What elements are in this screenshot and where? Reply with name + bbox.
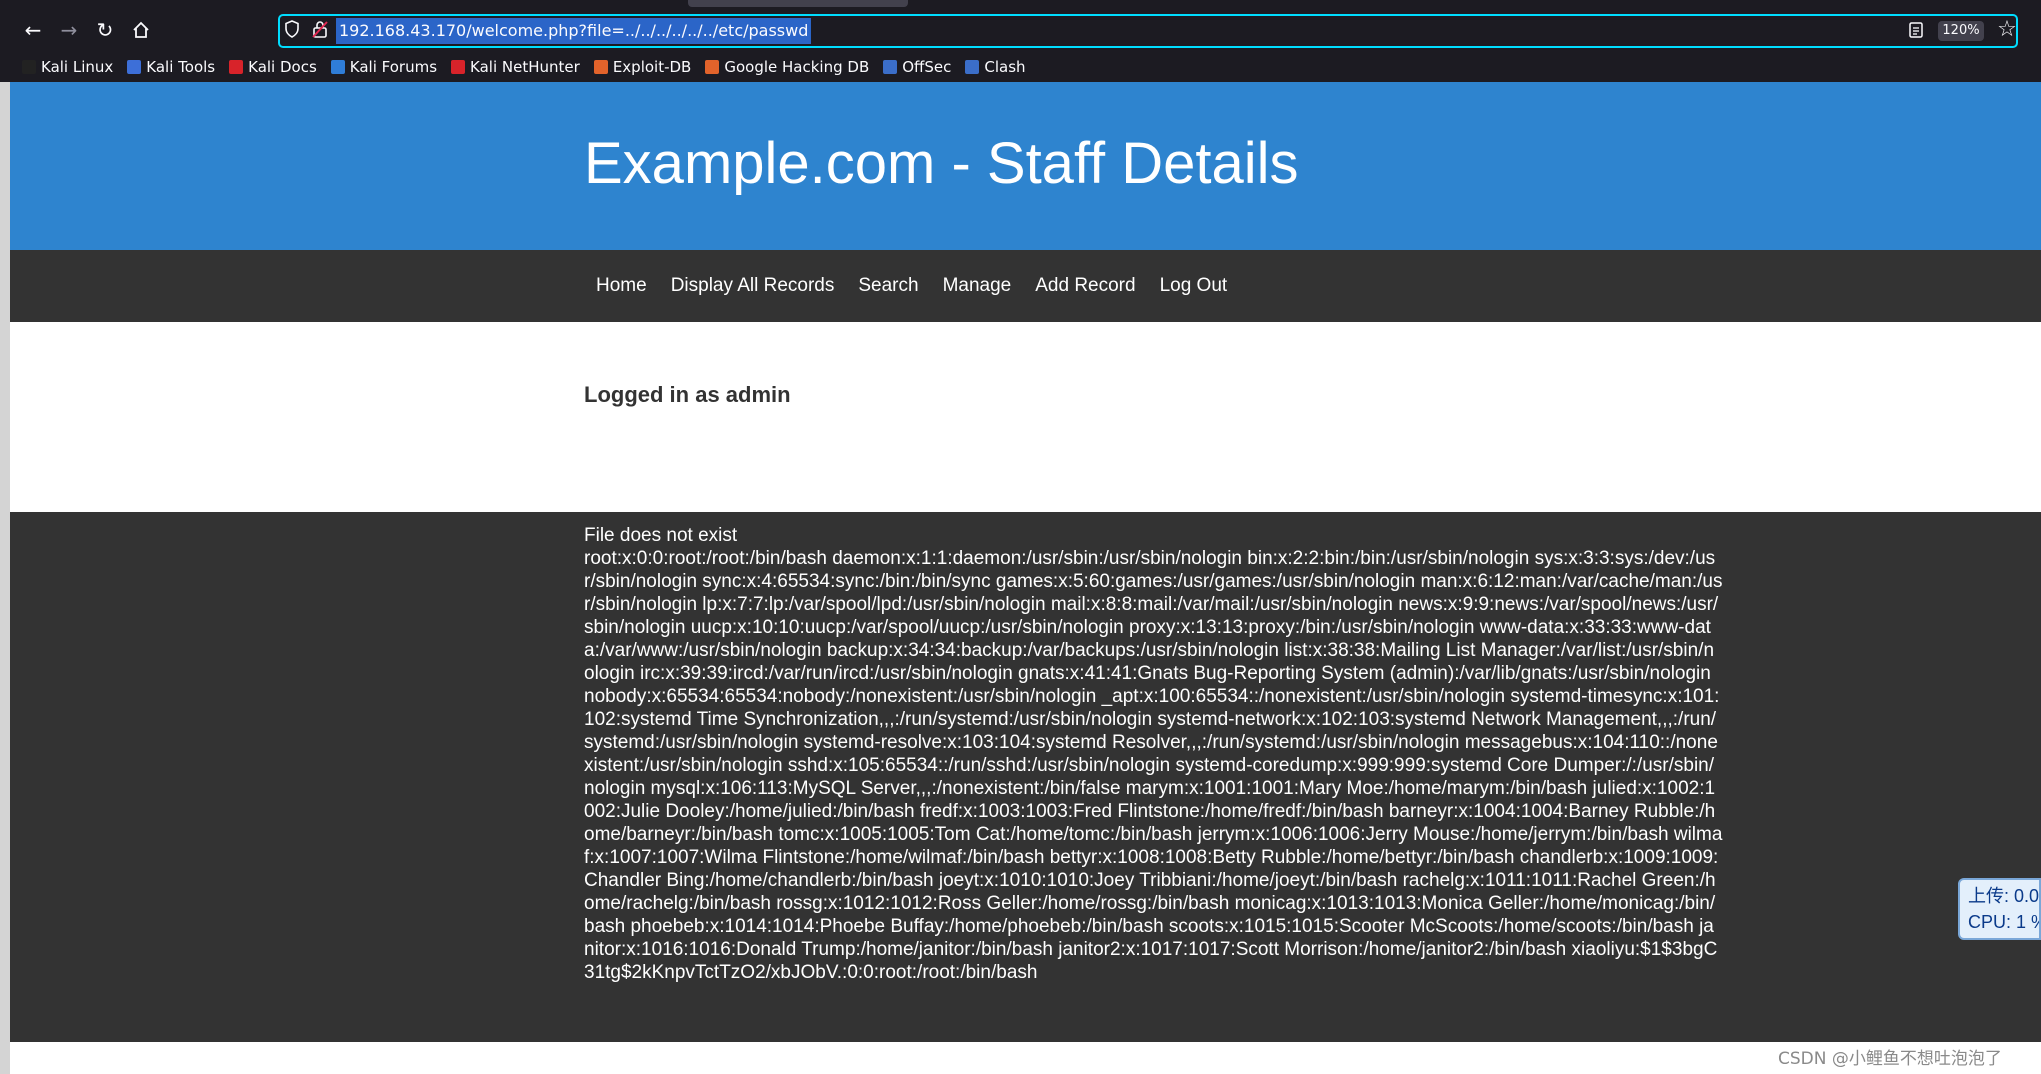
bookmark-label: Exploit-DB [612, 58, 692, 76]
bookmark-label: Kali Linux [41, 58, 114, 76]
bookmarks-toolbar: Kali Linux Kali Tools Kali Docs Kali Forums… [22, 56, 1026, 78]
bookmark-favicon-icon [451, 60, 466, 74]
nav-link-add-record[interactable]: Add Record [1035, 275, 1135, 297]
bookmark-item[interactable]: Kali Forums [330, 58, 438, 76]
insecure-lock-icon[interactable] [312, 19, 330, 43]
nav-link-home[interactable]: Home [596, 275, 647, 297]
web-page: Example.com - Staff Details Home Display … [10, 82, 2041, 1074]
bookmark-label: Kali NetHunter [470, 58, 580, 76]
bookmark-item[interactable]: Kali Docs [229, 58, 317, 76]
forward-icon[interactable]: → [56, 17, 82, 43]
bookmark-item[interactable]: Exploit-DB [593, 58, 692, 76]
back-icon[interactable]: ← [20, 17, 46, 43]
bookmark-favicon-icon [705, 60, 720, 74]
bookmark-label: OffSec [902, 58, 952, 76]
file-output: File does not exist root:x:0:0:root:/roo… [584, 525, 1723, 983]
bookmark-star-icon[interactable]: ☆ [1993, 15, 2021, 45]
cpu-usage: CPU: 1 % [1968, 912, 2041, 932]
nav-menu: Home Display All Records Search Manage Add R… [596, 250, 1227, 322]
upload-rate: 上传: 0.00 [1968, 886, 2041, 906]
bookmark-favicon-icon [965, 60, 980, 74]
bookmark-item[interactable]: Clash [965, 58, 1026, 76]
nav-link-manage[interactable]: Manage [943, 275, 1012, 297]
reader-view-icon[interactable] [1908, 20, 1926, 42]
content-panel: File does not exist root:x:0:0:root:/roo… [10, 512, 2041, 1042]
bookmark-favicon-icon [330, 60, 345, 74]
bookmark-favicon-icon [593, 60, 608, 74]
reload-icon[interactable]: ↻ [92, 17, 118, 43]
window-edge [0, 82, 10, 1074]
login-status: Logged in as admin [584, 382, 791, 407]
home-icon[interactable] [128, 17, 154, 43]
bookmark-favicon-icon [127, 60, 142, 74]
active-tab[interactable] [688, 0, 908, 7]
bookmark-favicon-icon [883, 60, 898, 74]
bookmark-favicon-icon [22, 60, 36, 74]
nav-link-search[interactable]: Search [858, 275, 918, 297]
browser-chrome: ← → ↻ 192.168.43.170/welcome.php?file=..… [0, 0, 2041, 82]
watermark: CSDN @小鲤鱼不想吐泡泡了 [1778, 1049, 2002, 1069]
nav-link-log-out[interactable]: Log Out [1160, 275, 1228, 297]
bookmark-label: Kali Docs [248, 58, 317, 76]
bookmark-label: Kali Tools [146, 58, 216, 76]
shield-icon[interactable] [284, 19, 304, 43]
network-monitor-widget[interactable]: 上传: 0.00 CPU: 1 % [1958, 878, 2041, 940]
site-header: Example.com - Staff Details [10, 82, 2041, 250]
bookmark-item[interactable]: Kali Linux [22, 58, 113, 76]
nav-link-display-all-records[interactable]: Display All Records [671, 275, 835, 297]
bookmark-item[interactable]: OffSec [883, 58, 951, 76]
bookmark-favicon-icon [229, 60, 244, 74]
bookmark-label: Google Hacking DB [724, 58, 870, 76]
bookmark-item[interactable]: Kali Tools [127, 58, 215, 76]
bookmark-item[interactable]: Google Hacking DB [705, 58, 869, 76]
page-title: Example.com - Staff Details [584, 131, 1299, 196]
zoom-level[interactable]: 120% [1938, 21, 1984, 41]
bookmark-item[interactable]: Kali NetHunter [451, 58, 580, 76]
site-nav: Home Display All Records Search Manage Add R… [10, 250, 2041, 322]
bookmark-label: Kali Forums [349, 58, 438, 76]
url-text[interactable]: 192.168.43.170/welcome.php?file=../../..… [336, 18, 812, 44]
bookmark-label: Clash [984, 58, 1026, 76]
